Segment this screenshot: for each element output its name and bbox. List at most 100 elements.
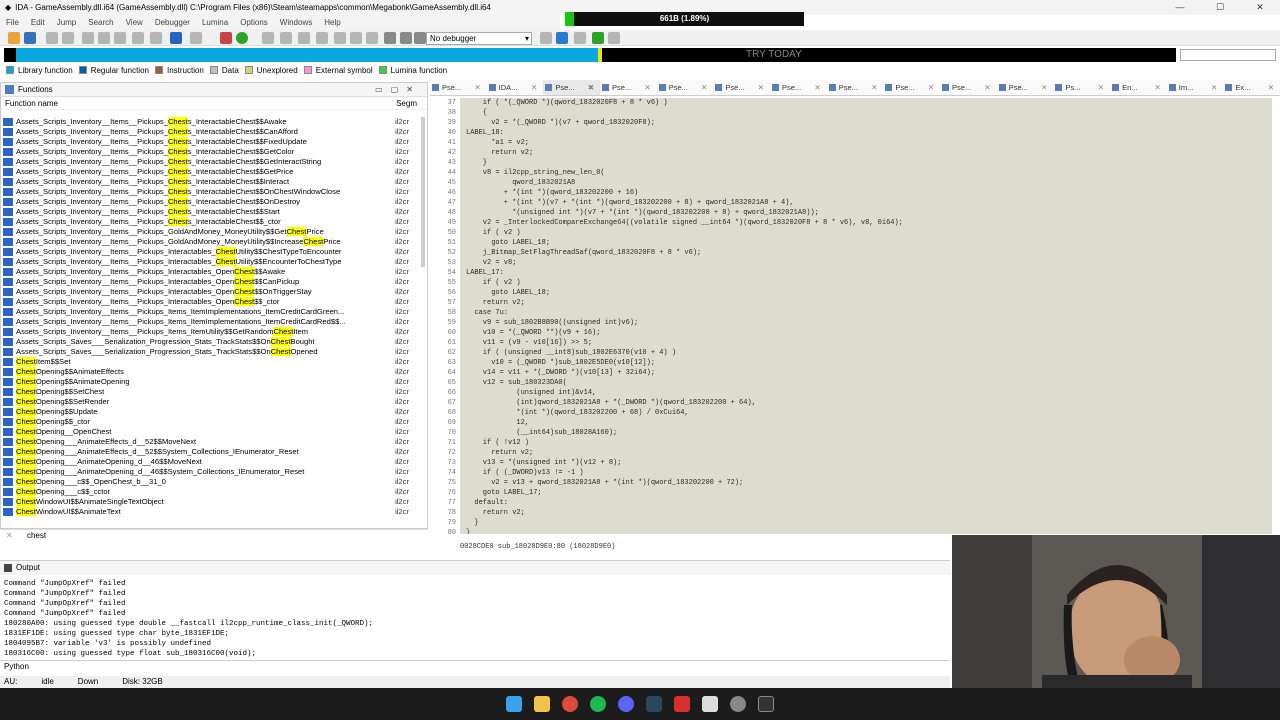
code-line[interactable]: 49 v2 = _InterlockedCompareExchange64((v… [430,218,1272,228]
code-line[interactable]: 80} [430,528,1272,534]
pause-icon[interactable] [400,32,412,44]
close-icon[interactable]: ✕ [1154,80,1160,95]
close-icon[interactable]: ✕ [644,80,650,95]
stop-icon[interactable] [414,32,426,44]
spotify-icon[interactable] [590,696,606,712]
settings-icon[interactable] [730,696,746,712]
text-icon[interactable] [190,32,202,44]
tab-3[interactable]: Pse... ✕ [600,80,657,95]
tab-11[interactable]: Ps... ✕ [1053,80,1110,95]
function-row[interactable]: Assets_Scripts_Inventory__Items__Pickups… [3,137,423,147]
forward-icon[interactable] [62,32,74,44]
code-line[interactable]: 75 v2 = v13 + qword_1832021A8 + *(int *)… [430,478,1272,488]
function-row[interactable]: ChestOpening___AnimateEffects_d__52$$Mov… [3,437,423,447]
function-row[interactable]: ChestItem$$Set il2cr [3,357,423,367]
close-icon[interactable]: ✖ [588,80,594,95]
tab-9[interactable]: Pse... ✕ [940,80,997,95]
close-icon[interactable]: ✕ [1211,80,1217,95]
menu-search[interactable]: Search [88,18,113,27]
windows-start-icon[interactable] [506,696,522,712]
minimize-button[interactable]: — [1160,0,1200,15]
close-icon[interactable]: ✕ [531,80,537,95]
code-line[interactable]: 40 LABEL_18: [430,128,1272,138]
close-icon[interactable]: ✕ [928,80,934,95]
function-row[interactable]: ChestOpening___AnimateOpening_d__46$$Sys… [3,467,423,477]
code-line[interactable]: 52 j_Bitmap_SetFlagThreadSaf(qword_18320… [430,248,1272,258]
menu-lumina[interactable]: Lumina [202,18,228,27]
function-row[interactable]: Assets_Scripts_Inventory__Items__Pickups… [3,277,423,287]
breakpoint-icon[interactable] [574,32,586,44]
menu-help[interactable]: Help [324,18,340,27]
function-row[interactable]: Assets_Scripts_Inventory__Items__Pickups… [3,127,423,137]
tab-6[interactable]: Pse... ✕ [770,80,827,95]
debugger-select[interactable]: No debugger ▾ [426,32,532,45]
code-line[interactable]: 39 v2 = *(_QWORD *)(v7 + qword_1832020F8… [430,118,1272,128]
close-icon[interactable]: ✕ [984,80,990,95]
function-row[interactable]: Assets_Scripts_Inventory__Items__Pickups… [3,267,423,277]
function-row[interactable]: Assets_Scripts_Inventory__Items__Pickups… [3,197,423,207]
app-red-icon[interactable] [674,696,690,712]
tab-5[interactable]: Pse... ✕ [713,80,770,95]
function-row[interactable]: Assets_Scripts_Inventory__Items__Pickups… [3,207,423,217]
function-row[interactable]: Assets_Scripts_Saves___Serialization_Pro… [3,347,423,357]
tab-8[interactable]: Pse... ✕ [883,80,940,95]
search-next-icon[interactable] [114,32,126,44]
close-icon[interactable]: ✕ [871,80,877,95]
code-line[interactable]: 78 return v2; [430,508,1272,518]
close-icon[interactable]: ✕ [1098,80,1104,95]
tab-14[interactable]: Ex... ✕ [1223,80,1280,95]
app-white-icon[interactable] [702,696,718,712]
code-line[interactable]: 77 default: [430,498,1272,508]
function-row[interactable]: Assets_Scripts_Inventory__Items__Pickups… [3,327,423,337]
code-line[interactable]: 43 } [430,158,1272,168]
function-row[interactable]: Assets_Scripts_Inventory__Items__Pickups… [3,117,423,127]
menu-debugger[interactable]: Debugger [155,18,190,27]
close-icon[interactable]: ✕ [701,80,707,95]
run-script-icon[interactable] [236,32,248,44]
navigation-band[interactable]: TRY TODAY [4,48,1176,62]
open-icon[interactable] [8,32,20,44]
functions-filter[interactable]: ✕ chest [0,529,428,541]
panel-controls[interactable]: ▭▢✕ [375,85,421,94]
function-row[interactable]: Assets_Scripts_Inventory__Items__Pickups… [3,217,423,227]
code-line[interactable]: 47 + *(int *)(v7 + *(int *)(qword_183202… [430,198,1272,208]
menu-edit[interactable]: Edit [31,18,45,27]
step-over-icon[interactable] [556,32,568,44]
function-row[interactable]: ChestOpening___c$$_cctor il2cr [3,487,423,497]
code-line[interactable]: 68 *(int *)(qword_183202200 + 68) / 0xCu… [430,408,1272,418]
code-line[interactable]: 76 goto LABEL_17; [430,488,1272,498]
function-row[interactable]: Assets_Scripts_Inventory__Items__Pickups… [3,237,423,247]
close-icon[interactable]: ✕ [1268,80,1274,95]
function-row[interactable]: Assets_Scripts_Inventory__Items__Pickups… [3,297,423,307]
code-line[interactable]: 45 qword_1832021A8 [430,178,1272,188]
code-line[interactable]: 61 v11 = (v9 - v10[16]) >> 5; [430,338,1272,348]
code-line[interactable]: 60 v10 = *(_QWORD **)(v9 + 16); [430,328,1272,338]
function-row[interactable]: ChestWindowUI$$AnimateText il2cr [3,507,423,517]
code-line[interactable]: 42 return v2; [430,148,1272,158]
function-row[interactable]: Assets_Scripts_Inventory__Items__Pickups… [3,147,423,157]
tab-2[interactable]: Pse... ✖ [543,80,601,95]
function-row[interactable]: Assets_Scripts_Inventory__Items__Pickups… [3,307,423,317]
code-line[interactable]: 74 if ( (_DWORD)v13 != -1 ) [430,468,1272,478]
function-row[interactable]: Assets_Scripts_Inventory__Items__Pickups… [3,227,423,237]
struct-icon[interactable] [262,32,274,44]
search-text-icon[interactable] [98,32,110,44]
tab-10[interactable]: Pse... ✕ [997,80,1054,95]
code-line[interactable]: 69 12, [430,418,1272,428]
xref-to-icon[interactable] [316,32,328,44]
cancel-icon[interactable] [366,32,378,44]
function-row[interactable]: ChestOpening$$SetChest il2cr [3,387,423,397]
detach-icon[interactable] [608,32,620,44]
save-icon[interactable] [24,32,36,44]
function-row[interactable]: ChestOpening$$AnimateOpening il2cr [3,377,423,387]
code-line[interactable]: 56 goto LABEL_18; [430,288,1272,298]
function-row[interactable]: Assets_Scripts_Inventory__Items__Pickups… [3,177,423,187]
patch-icon[interactable] [350,32,362,44]
tab-13[interactable]: Im... ✕ [1167,80,1224,95]
tab-4[interactable]: Pse... ✕ [657,80,714,95]
code-line[interactable]: 63 v10 = (_QWORD *)sub_1802E5DE0(v10[12]… [430,358,1272,368]
function-row[interactable]: Assets_Scripts_Saves___Serialization_Pro… [3,337,423,347]
function-row[interactable]: Assets_Scripts_Inventory__Items__Pickups… [3,257,423,267]
binary-search-icon[interactable] [82,32,94,44]
nav-segment-select[interactable] [1180,49,1276,61]
